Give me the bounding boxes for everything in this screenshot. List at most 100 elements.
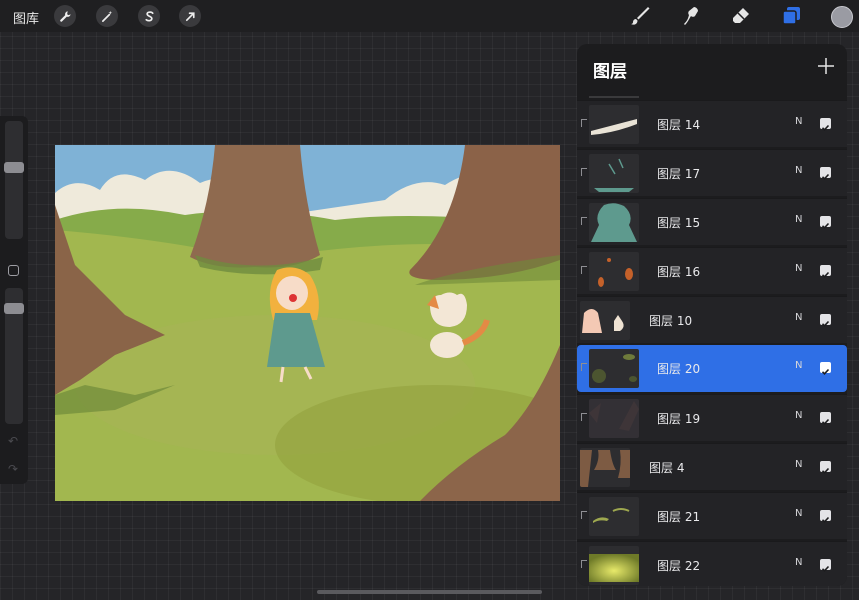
layer-row-selected[interactable]: 图层 20 N: [577, 345, 847, 392]
scrolled-layer-edge: [589, 96, 639, 98]
clipping-mask-indicator: [581, 217, 587, 225]
layer-thumbnail: [589, 497, 639, 536]
modify-button[interactable]: [8, 265, 19, 276]
layers-tool[interactable]: [779, 4, 803, 28]
undo-icon[interactable]: ↶: [8, 434, 18, 448]
layer-row[interactable]: 图层 15 N: [577, 198, 847, 245]
magic-wand-icon: [101, 10, 112, 22]
clipping-mask-indicator: [581, 168, 587, 176]
blend-mode-button[interactable]: N: [795, 263, 802, 274]
layer-row[interactable]: 图层 19 N: [577, 394, 847, 441]
clipping-mask-indicator: [581, 363, 587, 371]
blend-mode-button[interactable]: N: [795, 165, 802, 176]
layer-row[interactable]: 图层 4 N: [577, 443, 847, 490]
blend-mode-button[interactable]: N: [795, 214, 802, 225]
layer-name: 图层 20: [657, 362, 701, 376]
redo-icon[interactable]: ↷: [8, 462, 18, 476]
top-toolbar: 图库: [0, 0, 859, 32]
gallery-button[interactable]: 图库: [13, 8, 39, 27]
layer-name: 图层 21: [657, 510, 701, 524]
adjustments-button[interactable]: [96, 5, 118, 27]
clipping-mask-indicator: [581, 119, 587, 127]
opacity-thumb[interactable]: [4, 303, 24, 314]
layer-visibility-checkbox[interactable]: [820, 314, 831, 327]
layer-thumbnail: [589, 203, 639, 242]
layer-thumbnail: [589, 154, 639, 193]
layer-row[interactable]: 图层 16 N: [577, 247, 847, 294]
layer-row[interactable]: 图层 21 N: [577, 492, 847, 539]
smudge-icon: [684, 7, 698, 25]
layer-visibility-checkbox[interactable]: [820, 412, 831, 425]
color-picker-button[interactable]: [831, 6, 853, 28]
brush-size-slider[interactable]: [5, 121, 23, 239]
layer-name: 图层 14: [657, 118, 701, 132]
layer-name: 图层 22: [657, 559, 701, 573]
blend-mode-button[interactable]: N: [795, 410, 802, 421]
checkmark-icon: [821, 418, 830, 425]
blend-mode-button[interactable]: N: [795, 360, 802, 371]
layers-icon: [782, 7, 800, 25]
layer-row[interactable]: 图层 22 N: [577, 541, 847, 586]
checkmark-icon: [821, 320, 830, 327]
eraser-icon: [733, 8, 749, 23]
layer-thumbnail: [580, 301, 630, 340]
layer-row[interactable]: 图层 10 N: [577, 296, 847, 343]
checkmark-icon: [821, 565, 830, 572]
layer-row[interactable]: 图层 17 N: [577, 149, 847, 196]
layer-visibility-checkbox[interactable]: [820, 461, 831, 474]
drawing-canvas[interactable]: [55, 145, 560, 501]
clipping-mask-indicator: [581, 511, 587, 519]
blend-mode-button[interactable]: N: [795, 508, 802, 519]
layer-thumbnail: [589, 399, 639, 438]
blend-mode-button[interactable]: N: [795, 312, 802, 323]
layer-row[interactable]: 图层 14 N: [577, 100, 847, 147]
layer-name: 图层 19: [657, 412, 701, 426]
layers-panel: 图层 图层 14 N 图层 17 N 图层 15 N 图层 16 N 图层 10…: [577, 44, 847, 586]
checkmark-icon: [821, 222, 830, 229]
selection-button[interactable]: [138, 5, 160, 27]
brush-size-thumb[interactable]: [4, 162, 24, 173]
home-indicator: [317, 590, 542, 594]
layer-thumbnail: [589, 546, 639, 585]
layer-name: 图层 15: [657, 216, 701, 230]
layer-thumbnail: [589, 252, 639, 291]
layer-visibility-checkbox[interactable]: [820, 216, 831, 229]
checkmark-icon: [821, 173, 830, 180]
layer-list[interactable]: 图层 14 N 图层 17 N 图层 15 N 图层 16 N 图层 10 N …: [577, 96, 847, 586]
layer-name: 图层 16: [657, 265, 701, 279]
layer-visibility-checkbox[interactable]: [820, 167, 831, 180]
blend-mode-button[interactable]: N: [795, 557, 802, 568]
layer-visibility-checkbox[interactable]: [820, 559, 831, 572]
eraser-tool[interactable]: [729, 4, 753, 28]
layer-visibility-checkbox[interactable]: [820, 362, 831, 375]
smudge-tool[interactable]: [679, 4, 703, 28]
checkmark-icon: [821, 124, 830, 131]
side-toolbar: ↶ ↷: [0, 116, 28, 484]
wrench-icon: [59, 10, 71, 22]
clipping-mask-indicator: [581, 560, 587, 568]
blend-mode-button[interactable]: N: [795, 116, 802, 127]
transform-button[interactable]: [179, 5, 201, 27]
layer-visibility-checkbox[interactable]: [820, 510, 831, 523]
checkmark-icon: [821, 271, 830, 278]
actions-button[interactable]: [54, 5, 76, 27]
layer-thumbnail: [589, 349, 639, 388]
artwork: [55, 145, 560, 501]
brush-icon: [631, 7, 650, 25]
brush-tool[interactable]: [628, 4, 652, 28]
layer-name: 图层 4: [649, 461, 685, 475]
clipping-mask-indicator: [581, 413, 587, 421]
transform-arrow-icon: [185, 11, 195, 21]
layer-thumbnail: [589, 105, 639, 144]
layers-panel-title: 图层: [593, 62, 627, 82]
checkmark-icon: [821, 516, 830, 523]
checkmark-icon: [821, 467, 830, 474]
plus-icon[interactable]: [817, 57, 835, 75]
clipping-mask-indicator: [581, 266, 587, 274]
layer-visibility-checkbox[interactable]: [820, 118, 831, 131]
layer-name: 图层 10: [649, 314, 693, 328]
layer-visibility-checkbox[interactable]: [820, 265, 831, 278]
checkmark-icon: [821, 368, 830, 375]
blend-mode-button[interactable]: N: [795, 459, 802, 470]
selection-icon: [144, 10, 154, 22]
